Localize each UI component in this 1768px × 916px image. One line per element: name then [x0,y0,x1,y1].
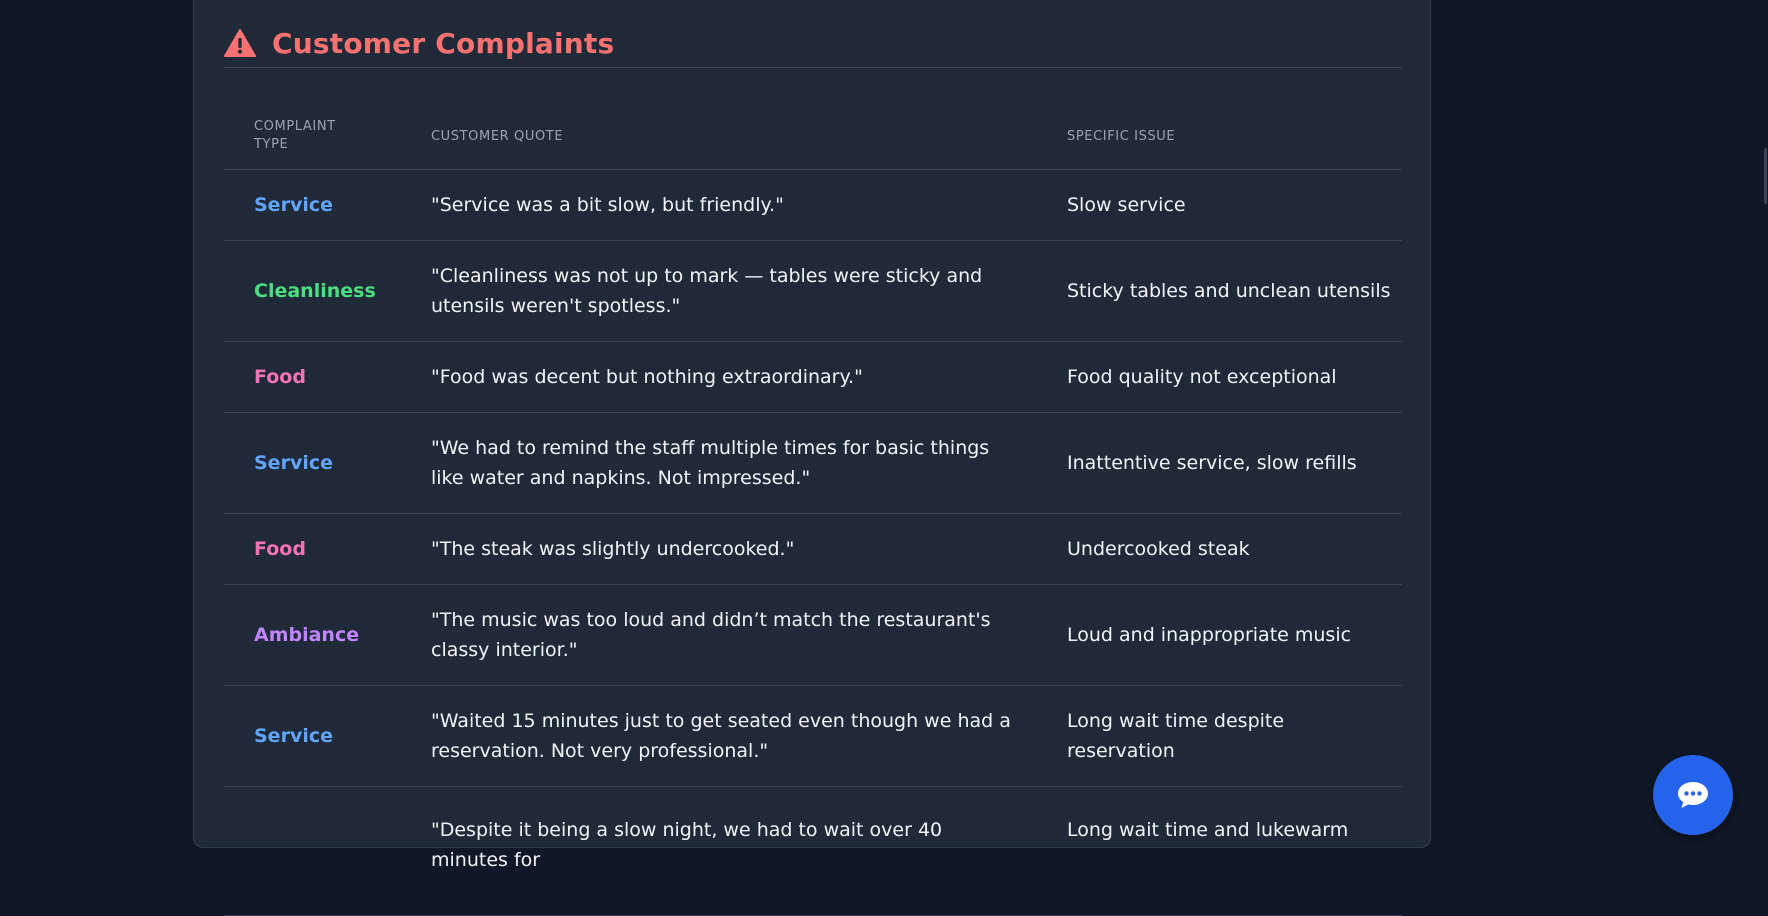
chat-bubble-icon [1678,782,1708,808]
table-row: Food "Food was decent but nothing extrao… [224,341,1402,413]
complaint-type-cell: Service [224,412,401,514]
complaints-card: Customer Complaints Complaint Type Custo… [193,0,1431,916]
customer-quote-cell: "Despite it being a slow night, we had t… [401,786,1037,916]
scrollbar-thumb[interactable] [1764,148,1767,204]
table-row: "Despite it being a slow night, we had t… [224,786,1402,916]
column-header-complaint-type: Complaint Type [224,103,401,170]
table-row: Service "Service was a bit slow, but fri… [224,169,1402,241]
column-header-specific-issue: Specific Issue [1037,103,1402,170]
customer-quote-cell: "Service was a bit slow, but friendly." [401,169,1037,241]
warning-triangle-icon [224,29,256,57]
table-row: Service "Waited 15 minutes just to get s… [224,685,1402,787]
complaint-type-cell [224,786,401,916]
specific-issue-cell: Long wait time and lukewarm [1037,786,1402,916]
customer-quote-cell: "We had to remind the staff multiple tim… [401,412,1037,514]
card-header: Customer Complaints [224,19,1402,68]
specific-issue-cell: Food quality not exceptional [1037,341,1402,413]
column-header-customer-quote: Customer Quote [401,103,1037,170]
specific-issue-cell: Undercooked steak [1037,513,1402,585]
specific-issue-cell: Inattentive service, slow refills [1037,412,1402,514]
complaint-type-cell: Ambiance [224,584,401,686]
complaint-type-cell: Service [224,169,401,241]
table-row: Ambiance "The music was too loud and did… [224,584,1402,686]
customer-quote-cell: "Waited 15 minutes just to get seated ev… [401,685,1037,787]
specific-issue-cell: Long wait time despite reservation [1037,685,1402,787]
specific-issue-cell: Slow service [1037,169,1402,241]
table-header-row: Complaint Type Customer Quote Specific I… [224,103,1402,170]
complaint-type-cell: Food [224,513,401,585]
complaints-table: Complaint Type Customer Quote Specific I… [224,103,1402,916]
customer-quote-cell: "Cleanliness was not up to mark — tables… [401,240,1037,342]
table-row: Cleanliness "Cleanliness was not up to m… [224,240,1402,342]
specific-issue-cell: Loud and inappropriate music [1037,584,1402,686]
specific-issue-cell: Sticky tables and unclean utensils [1037,240,1402,342]
table-row: Food "The steak was slightly undercooked… [224,513,1402,585]
complaint-type-cell: Service [224,685,401,787]
customer-quote-cell: "The music was too loud and didn’t match… [401,584,1037,686]
customer-quote-cell: "Food was decent but nothing extraordina… [401,341,1037,413]
complaint-type-cell: Cleanliness [224,240,401,342]
chat-button[interactable] [1653,755,1733,835]
customer-quote-cell: "The steak was slightly undercooked." [401,513,1037,585]
page-title: Customer Complaints [272,26,615,60]
complaint-type-cell: Food [224,341,401,413]
table-row: Service "We had to remind the staff mult… [224,412,1402,514]
